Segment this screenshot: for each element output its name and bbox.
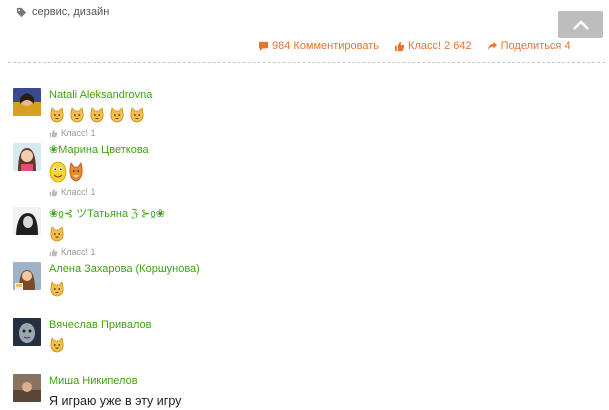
cat-emoji-icon bbox=[50, 107, 64, 123]
scroll-to-top-button[interactable] bbox=[558, 11, 603, 38]
divider bbox=[8, 62, 605, 63]
comment-author[interactable]: Алена Захарова (Коршунова) bbox=[49, 262, 200, 276]
thumb-up-icon bbox=[49, 129, 58, 137]
comment-label: 984 Комментировать bbox=[272, 40, 380, 52]
avatar[interactable] bbox=[13, 374, 41, 402]
cat-emoji-icon bbox=[50, 226, 64, 242]
chevron-up-icon bbox=[572, 19, 589, 30]
comment-like-label: Класс! 1 bbox=[61, 128, 96, 138]
comment-author[interactable]: Миша Никипелов bbox=[49, 374, 181, 388]
comment-like-label: Класс! 1 bbox=[61, 187, 96, 197]
comment-author[interactable]: ❀ჲ⊰ ツТатьяна ℨ ⊱ჲ❀ bbox=[49, 207, 165, 221]
avatar[interactable] bbox=[13, 207, 41, 235]
share-icon bbox=[487, 41, 497, 50]
avatar[interactable] bbox=[13, 262, 41, 290]
share-label: Поделиться 4 bbox=[500, 40, 571, 52]
comment-author[interactable]: Вячеслав Привалов bbox=[49, 318, 151, 332]
comment-content bbox=[49, 224, 165, 244]
tags: сервис, дизайн bbox=[16, 6, 109, 18]
comment-content bbox=[49, 279, 200, 299]
comment-author[interactable]: ❀Марина Цветкова bbox=[49, 143, 149, 157]
cat-emoji-icon bbox=[130, 107, 144, 123]
comment-text: Я играю уже в эту игру bbox=[49, 394, 182, 408]
comment-button[interactable]: 984 Комментировать bbox=[258, 40, 379, 52]
fox-emoji-icon bbox=[69, 162, 83, 182]
comment-like[interactable]: Класс! 1 bbox=[49, 128, 152, 138]
cat-emoji-icon bbox=[50, 337, 64, 353]
cat-emoji-icon bbox=[90, 107, 104, 123]
post-actions: 984 Комментировать Класс! 2 642 Поделить… bbox=[258, 40, 571, 52]
avatar[interactable] bbox=[13, 88, 41, 116]
comment-content bbox=[49, 105, 152, 125]
thumb-up-icon bbox=[49, 188, 58, 196]
thumb-up-icon bbox=[394, 41, 405, 51]
comment-author[interactable]: Natali Aleksandrovna bbox=[49, 88, 152, 102]
avatar[interactable] bbox=[13, 318, 41, 346]
comment-like-label: Класс! 1 bbox=[61, 247, 96, 257]
share-button[interactable]: Поделиться 4 bbox=[487, 40, 571, 52]
comment-like[interactable]: Класс! 1 bbox=[49, 187, 149, 197]
comment-content bbox=[49, 160, 149, 184]
smiley-emoji-icon bbox=[49, 161, 67, 183]
class-button[interactable]: Класс! 2 642 bbox=[394, 40, 472, 52]
tag-icon bbox=[16, 7, 27, 17]
comment-like[interactable]: Класс! 1 bbox=[49, 247, 165, 257]
thumb-up-icon bbox=[49, 248, 58, 256]
comment-content: Я играю уже в эту игру bbox=[49, 391, 181, 410]
cat-emoji-icon bbox=[110, 107, 124, 123]
comment-content bbox=[49, 335, 151, 355]
cat-emoji-icon bbox=[50, 281, 64, 297]
cat-emoji-icon bbox=[70, 107, 84, 123]
tags-text[interactable]: сервис, дизайн bbox=[32, 6, 109, 18]
comment-icon bbox=[258, 41, 269, 51]
avatar[interactable] bbox=[13, 143, 41, 171]
class-label: Класс! 2 642 bbox=[408, 40, 472, 52]
